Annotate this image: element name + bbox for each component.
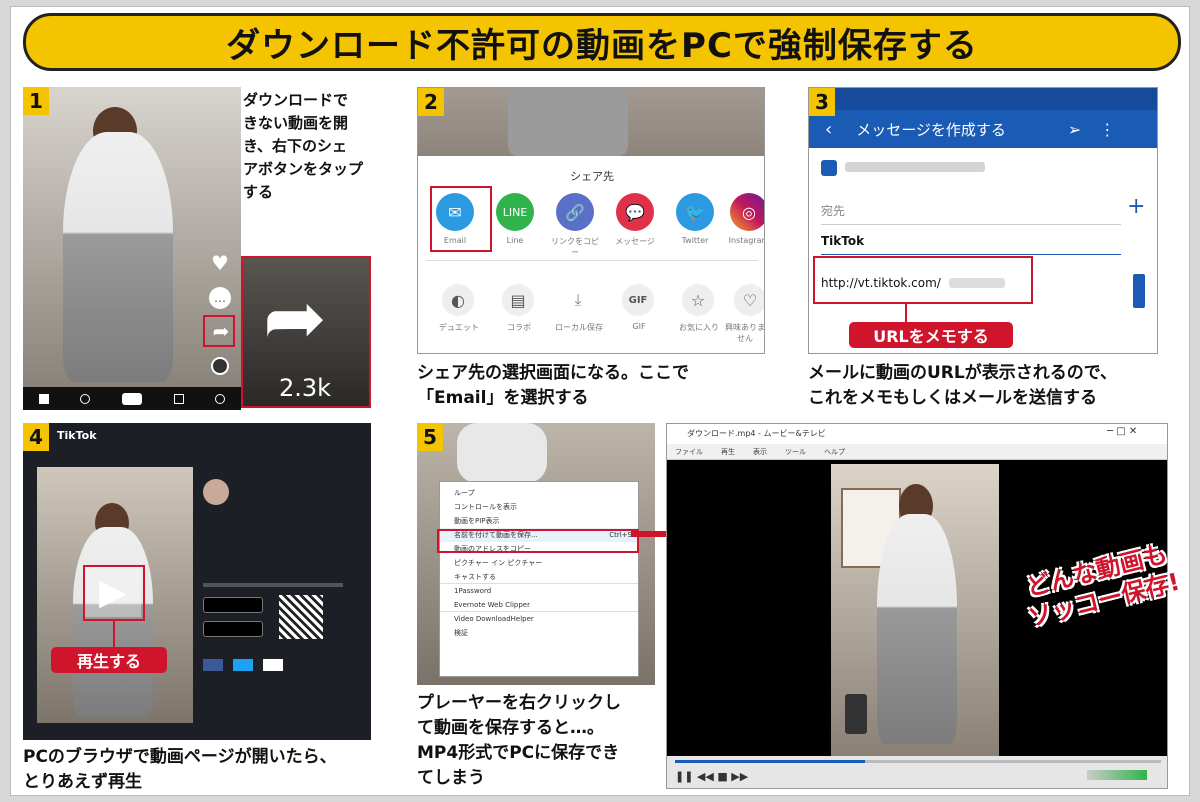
facebook-icon[interactable] [203, 659, 223, 671]
copy-link-icon[interactable]: 🔗 [556, 193, 594, 231]
window-title: ダウンロード.mp4 - ムービー&テレビ [667, 424, 1167, 444]
step-number: 4 [23, 423, 49, 451]
volume-slider[interactable] [1087, 770, 1147, 780]
add-recipient-icon[interactable]: + [1127, 194, 1145, 219]
context-menu-item[interactable]: キャストする [440, 570, 638, 584]
url-memo-callout: URLをメモする [849, 322, 1013, 348]
duet-icon[interactable]: ◐ [442, 284, 474, 316]
share-arrow-icon: ➦ [263, 273, 327, 362]
menu-bar: ファイル 再生 表示 ツール ヘルプ [667, 444, 1167, 460]
message-share-icon[interactable]: 💬 [616, 193, 654, 231]
site-logo: TikTok [57, 429, 97, 442]
twitter-icon[interactable] [233, 659, 253, 671]
phone-bottom-nav [23, 387, 241, 410]
step4-browser-screenshot: 4 TikTok ▶ 再生する [23, 423, 371, 740]
context-menu-item[interactable]: 検証 [440, 626, 638, 640]
step1-phone-screenshot: 1 ♥ … ➦ [23, 87, 241, 410]
context-menu-item[interactable]: 1Password [440, 584, 638, 598]
gif-icon[interactable]: GIF [622, 284, 654, 316]
context-menu-item[interactable]: Video DownloadHelper [440, 612, 638, 626]
step-number: 3 [809, 88, 835, 116]
collab-icon[interactable]: ▤ [502, 284, 534, 316]
account-icon [821, 160, 837, 176]
step2-caption: シェア先の選択画面になる。ここで 「Email」を選択する [417, 363, 689, 408]
page-title: ダウンロード不許可の動画をPCで強制保存する [23, 13, 1181, 71]
step4-caption: PCのブラウザで動画ページが開いたら、 とりあえず再生 [23, 747, 337, 792]
instagram-share-icon[interactable]: ◎ [730, 193, 764, 231]
step5-context-menu-screenshot: 5 ループ コントロールを表示 動画をPIP表示 名前を付けて動画を保存... Ctrl… [417, 423, 655, 685]
share-sheet-title: シェア先 [570, 170, 614, 183]
more-icon[interactable]: ⋮ [1099, 120, 1115, 139]
article-page: ダウンロード不許可の動画をPCで強制保存する 1 ♥ … ➦ ➦ 2.3k ダウ… [10, 6, 1190, 796]
keyboard-suggestion [1133, 274, 1145, 308]
send-icon[interactable]: ➢ [1068, 120, 1081, 139]
back-icon[interactable]: ‹ [825, 119, 832, 140]
google-play-badge[interactable] [203, 621, 263, 637]
twitter-share-icon[interactable]: 🐦 [676, 193, 714, 231]
share-count: 2.3k [279, 374, 332, 402]
qr-code [279, 595, 323, 639]
share-button-zoom: ➦ 2.3k [241, 256, 371, 408]
comment-icon[interactable]: … [209, 287, 231, 309]
embed-icon[interactable] [263, 659, 283, 671]
not-interested-icon[interactable]: ♡ [734, 284, 764, 316]
context-menu-item[interactable]: ループ [440, 486, 638, 500]
context-menu-item[interactable]: コントロールを表示 [440, 500, 638, 514]
step3-caption: メールに動画のURLが表示されるので、 これをメモもしくはメールを送信する [808, 363, 1118, 408]
step5-caption: プレーヤーを右クリックし て動画を保存すると…。 MP4形式でPCに保存でき てしまう [417, 693, 621, 788]
compose-header: ‹ メッセージを作成する ➢ ⋮ [809, 110, 1157, 148]
playback-buttons[interactable]: ❚❚ ◀◀ ■ ▶▶ [675, 770, 748, 783]
save-local-icon[interactable]: ⤓ [562, 284, 594, 316]
player-controls: ❚❚ ◀◀ ■ ▶▶ [667, 756, 1167, 788]
context-menu-item[interactable]: ピクチャー イン ピクチャー [440, 556, 638, 570]
window-controls[interactable]: ─ □ ✕ [1107, 426, 1137, 437]
play-callout: 再生する [51, 647, 167, 673]
avatar [203, 479, 229, 505]
line-share-icon[interactable]: LINE [496, 193, 534, 231]
app-store-badge[interactable] [203, 597, 263, 613]
step3-email-screenshot: 3 ‹ メッセージを作成する ➢ ⋮ 宛先 + TikTok http://vt… [808, 87, 1158, 354]
context-menu: ループ コントロールを表示 動画をPIP表示 名前を付けて動画を保存... Ctrl+S… [439, 481, 639, 677]
step1-caption: ダウンロードで きない動画を開 き、右下のシェ アボタンをタップ する [243, 91, 364, 201]
step-number: 1 [23, 87, 49, 115]
context-menu-item[interactable]: 動画をPIP表示 [440, 514, 638, 528]
step-number: 2 [418, 88, 444, 116]
step2-share-sheet-screenshot: 2 シェア先 ✉ LINE 🔗 💬 🐦 ◎ Email Line リンクをコピー… [417, 87, 765, 354]
sound-disc-icon [211, 357, 229, 375]
like-icon[interactable]: ♥ [209, 251, 231, 275]
context-menu-item[interactable]: Evernote Web Clipper [440, 598, 638, 612]
step-number: 5 [417, 423, 443, 451]
video-display[interactable] [831, 464, 999, 756]
seek-bar[interactable] [675, 760, 865, 763]
favorite-icon[interactable]: ☆ [682, 284, 714, 316]
to-field-label: 宛先 [821, 204, 846, 218]
subject-field[interactable]: TikTok [821, 234, 864, 248]
